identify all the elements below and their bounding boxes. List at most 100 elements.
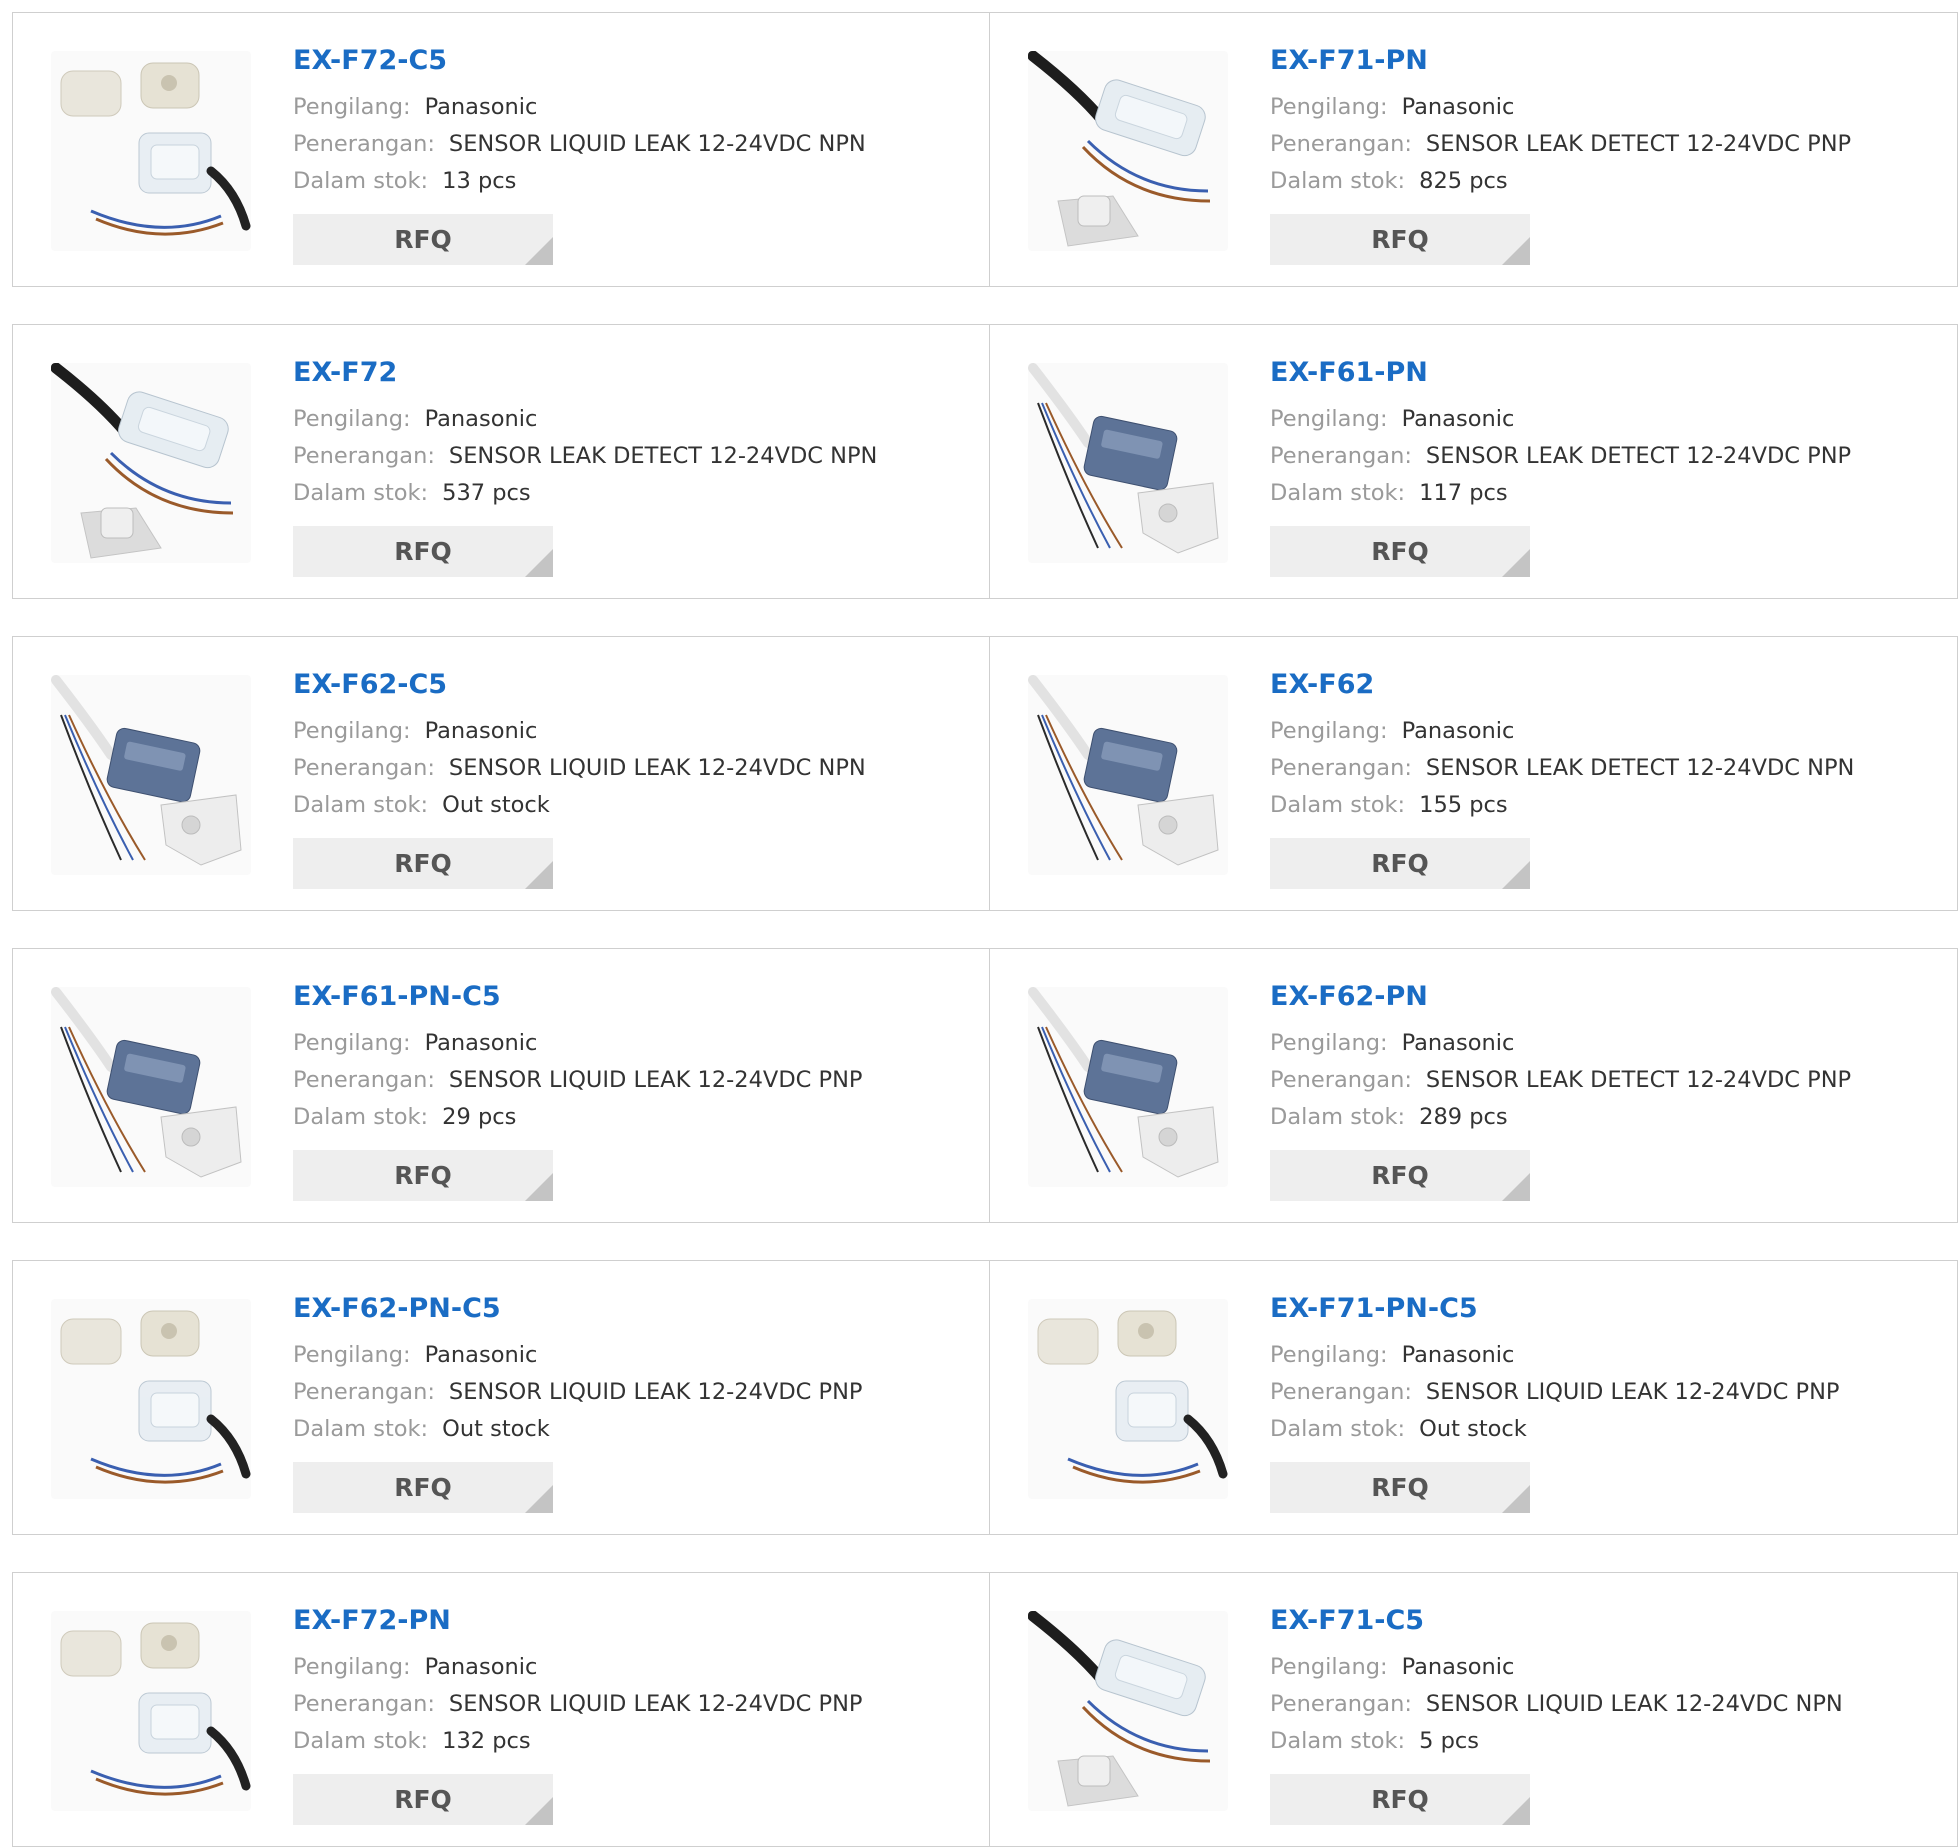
rfq-button[interactable]: RFQ — [293, 214, 553, 265]
product-card: EX-F71-C5 Pengilang: Panasonic Penerangan… — [990, 1572, 1958, 1847]
product-image[interactable] — [1028, 675, 1228, 875]
stock-label: Dalam stok: — [1270, 168, 1406, 194]
product-image[interactable] — [51, 363, 251, 563]
part-number-link[interactable]: EX-F71-PN — [1270, 43, 1937, 79]
description-value: SENSOR LIQUID LEAK 12-24VDC NPN — [1425, 1691, 1843, 1717]
product-image[interactable] — [51, 1299, 251, 1499]
sensor-product-icon — [1028, 51, 1211, 247]
rfq-button[interactable]: RFQ — [293, 1150, 553, 1201]
stock-row: Dalam stok: 132 pcs — [293, 1723, 969, 1760]
description-row: Penerangan: SENSOR LIQUID LEAK 12-24VDC N… — [293, 126, 969, 163]
sensor-product-icon — [51, 987, 242, 1178]
product-image[interactable] — [1028, 1611, 1228, 1811]
manufacturer-value: Panasonic — [424, 1342, 538, 1368]
corner-triangle-icon — [1502, 549, 1530, 577]
rfq-label: RFQ — [1371, 537, 1429, 566]
rfq-button[interactable]: RFQ — [293, 1462, 553, 1513]
manufacturer-value: Panasonic — [1401, 718, 1515, 744]
description-label: Penerangan: — [1270, 443, 1412, 469]
sensor-product-icon — [60, 62, 251, 236]
stock-value: 29 pcs — [442, 1104, 517, 1130]
stock-value: 155 pcs — [1419, 792, 1508, 818]
product-card: EX-F61-PN-C5 Pengilang: Panasonic Peneran… — [12, 948, 990, 1223]
part-number-link[interactable]: EX-F62 — [1270, 667, 1937, 703]
description-row: Penerangan: SENSOR LEAK DETECT 12-24VDC N… — [1270, 750, 1937, 787]
description-value: SENSOR LIQUID LEAK 12-24VDC PNP — [448, 1067, 863, 1093]
rfq-button[interactable]: RFQ — [1270, 214, 1530, 265]
description-label: Penerangan: — [1270, 755, 1412, 781]
rfq-button[interactable]: RFQ — [1270, 1462, 1530, 1513]
part-number-link[interactable]: EX-F72 — [293, 355, 969, 391]
part-number-link[interactable]: EX-F72-PN — [293, 1603, 969, 1639]
product-image[interactable] — [51, 987, 251, 1187]
stock-row: Dalam stok: 155 pcs — [1270, 787, 1937, 824]
part-number-link[interactable]: EX-F72-C5 — [293, 43, 969, 79]
manufacturer-label: Pengilang: — [1270, 1342, 1388, 1368]
description-value: SENSOR LIQUID LEAK 12-24VDC PNP — [448, 1691, 863, 1717]
product-image[interactable] — [1028, 987, 1228, 1187]
stock-row: Dalam stok: 13 pcs — [293, 163, 969, 200]
corner-triangle-icon — [1502, 237, 1530, 265]
manufacturer-value: Panasonic — [424, 94, 538, 120]
sensor-product-icon — [60, 1622, 251, 1796]
product-info: EX-F62-PN-C5 Pengilang: Panasonic Peneran… — [293, 1291, 969, 1513]
product-image[interactable] — [1028, 363, 1228, 563]
product-card: EX-F62 Pengilang: Panasonic Penerangan: SE… — [990, 636, 1958, 911]
rfq-button[interactable]: RFQ — [1270, 838, 1530, 889]
product-image[interactable] — [51, 1611, 251, 1811]
corner-triangle-icon — [525, 237, 553, 265]
sensor-product-icon — [1028, 987, 1219, 1178]
manufacturer-label: Pengilang: — [1270, 1030, 1388, 1056]
rfq-button[interactable]: RFQ — [293, 838, 553, 889]
manufacturer-value: Panasonic — [424, 718, 538, 744]
description-value: SENSOR LIQUID LEAK 12-24VDC PNP — [448, 1379, 863, 1405]
rfq-label: RFQ — [1371, 225, 1429, 254]
rfq-button[interactable]: RFQ — [1270, 1774, 1530, 1825]
rfq-button[interactable]: RFQ — [1270, 1150, 1530, 1201]
part-number-link[interactable]: EX-F62-PN-C5 — [293, 1291, 969, 1327]
stock-value: 132 pcs — [442, 1728, 531, 1754]
rfq-button[interactable]: RFQ — [293, 526, 553, 577]
product-image[interactable] — [1028, 1299, 1228, 1499]
part-number-link[interactable]: EX-F62-C5 — [293, 667, 969, 703]
manufacturer-value: Panasonic — [1401, 406, 1515, 432]
product-info: EX-F72 Pengilang: Panasonic Penerangan: SE… — [293, 355, 969, 577]
part-number-link[interactable]: EX-F71-C5 — [1270, 1603, 1937, 1639]
corner-triangle-icon — [1502, 1797, 1530, 1825]
stock-label: Dalam stok: — [1270, 1728, 1406, 1754]
product-info: EX-F61-PN-C5 Pengilang: Panasonic Peneran… — [293, 979, 969, 1201]
rfq-label: RFQ — [394, 225, 452, 254]
product-image[interactable] — [1028, 51, 1228, 251]
rfq-button[interactable]: RFQ — [1270, 526, 1530, 577]
rfq-label: RFQ — [394, 537, 452, 566]
part-number-link[interactable]: EX-F61-PN-C5 — [293, 979, 969, 1015]
rfq-label: RFQ — [1371, 1161, 1429, 1190]
manufacturer-value: Panasonic — [1401, 1030, 1515, 1056]
product-info: EX-F62 Pengilang: Panasonic Penerangan: SE… — [1270, 667, 1937, 889]
manufacturer-value: Panasonic — [1401, 1342, 1515, 1368]
product-image[interactable] — [51, 51, 251, 251]
product-grid: EX-F72-C5 Pengilang: Panasonic Penerangan… — [12, 12, 1958, 1847]
manufacturer-value: Panasonic — [424, 406, 538, 432]
stock-label: Dalam stok: — [293, 792, 429, 818]
sensor-product-icon — [60, 1310, 251, 1484]
rfq-button[interactable]: RFQ — [293, 1774, 553, 1825]
rfq-label: RFQ — [394, 849, 452, 878]
product-info: EX-F62-C5 Pengilang: Panasonic Penerangan… — [293, 667, 969, 889]
corner-triangle-icon — [1502, 861, 1530, 889]
part-number-link[interactable]: EX-F61-PN — [1270, 355, 1937, 391]
part-number-link[interactable]: EX-F71-PN-C5 — [1270, 1291, 1937, 1327]
corner-triangle-icon — [525, 1797, 553, 1825]
product-card: EX-F62-PN Pengilang: Panasonic Penerangan… — [990, 948, 1958, 1223]
product-info: EX-F62-PN Pengilang: Panasonic Penerangan… — [1270, 979, 1937, 1201]
corner-triangle-icon — [525, 861, 553, 889]
manufacturer-row: Pengilang: Panasonic — [1270, 1649, 1937, 1686]
manufacturer-row: Pengilang: Panasonic — [293, 1337, 969, 1374]
description-value: SENSOR LEAK DETECT 12-24VDC NPN — [1425, 755, 1855, 781]
manufacturer-value: Panasonic — [1401, 94, 1515, 120]
part-number-link[interactable]: EX-F62-PN — [1270, 979, 1937, 1015]
rfq-label: RFQ — [1371, 849, 1429, 878]
description-label: Penerangan: — [293, 443, 435, 469]
product-image[interactable] — [51, 675, 251, 875]
corner-triangle-icon — [525, 1485, 553, 1513]
